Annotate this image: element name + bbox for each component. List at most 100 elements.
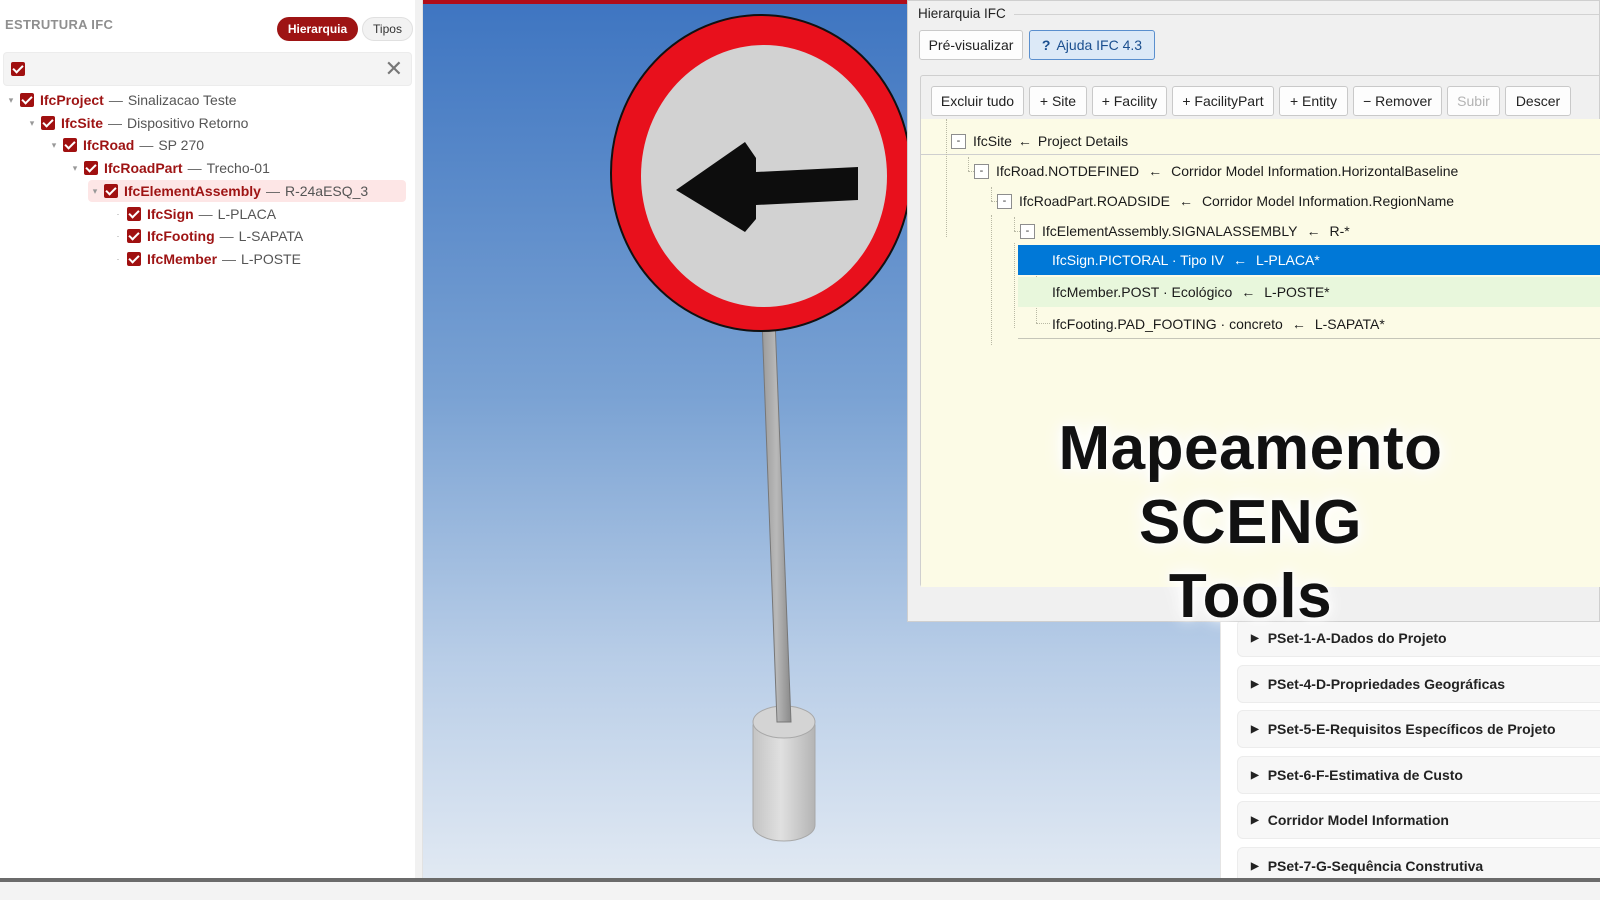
row-arrow: ← <box>1306 223 1321 239</box>
tree-node-roadpart[interactable]: ▾ IfcRoadPart — Trecho-01 <box>68 157 270 179</box>
collapse-toggle[interactable]: - <box>951 133 966 149</box>
row-arrow: ← <box>1232 252 1247 268</box>
row-mapping: R-* <box>1329 223 1350 239</box>
node-checkbox[interactable] <box>41 116 55 130</box>
row-arrow: ← <box>1291 315 1306 332</box>
row-arrow: ← <box>1241 284 1256 300</box>
node-separator: — <box>187 160 202 176</box>
property-sets-panel: ▶ PSet-1-A-Dados do Projeto ▶ PSet-4-D-Pro… <box>1220 610 1600 885</box>
pset-label: PSet-7-G-Sequência Construtiva <box>1267 858 1484 874</box>
node-separator: — <box>139 137 154 153</box>
node-type: IfcRoadPart <box>104 160 183 176</box>
tab-hierarchy[interactable]: Hierarquia <box>277 17 358 41</box>
remove-button[interactable]: − Remover <box>1353 86 1442 116</box>
select-all-checkbox[interactable] <box>11 62 25 76</box>
preview-button[interactable]: Pré-visualizar <box>919 30 1023 60</box>
caret-right-icon: ▶ <box>1251 723 1259 735</box>
row-arrow: ← <box>1178 193 1193 209</box>
caret-right-icon: ▶ <box>1251 678 1259 690</box>
chevron-down-icon[interactable]: ▾ <box>4 95 18 106</box>
chevron-down-icon[interactable]: ▾ <box>25 118 39 129</box>
chevron-down-icon[interactable]: ▾ <box>88 186 102 197</box>
headline-line-1: Mapeamento <box>1058 414 1443 483</box>
ifc-structure-panel: ESTRUTURA IFC Hierarquia Tipos ✕ ▾ IfcPr… <box>0 0 415 896</box>
row-mapping: L-PLACA* <box>1255 252 1320 268</box>
row-entity: IfcElementAssembly.SIGNALASSEMBLY <box>1042 223 1298 239</box>
node-checkbox[interactable] <box>63 138 77 152</box>
move-up-button[interactable]: Subir <box>1447 86 1500 116</box>
row-mapping: L-SAPATA* <box>1314 315 1385 332</box>
node-checkbox[interactable] <box>20 93 34 107</box>
leaf-dot-icon: · <box>116 209 120 219</box>
collapse-toggle[interactable]: - <box>997 193 1012 209</box>
node-checkbox[interactable] <box>84 161 98 175</box>
leaf-dot-icon: · <box>116 231 120 241</box>
row-entity: IfcMember.POST · Ecológico <box>1052 284 1233 300</box>
node-checkbox[interactable] <box>104 184 118 198</box>
node-checkbox[interactable] <box>127 229 141 243</box>
tree-node-project[interactable]: ▾ IfcProject — Sinalizacao Teste <box>4 89 237 111</box>
pset-item[interactable]: ▶ PSet-5-E-Requisitos Específicos de Proj… <box>1237 710 1600 748</box>
tree-row-footing[interactable]: IfcFooting.PAD_FOOTING · concreto ← L-SA… <box>1018 309 1600 339</box>
node-separator: — <box>198 206 213 222</box>
row-entity: IfcRoad.NOTDEFINED <box>996 163 1140 179</box>
collapse-toggle[interactable]: - <box>974 163 989 179</box>
node-type: IfcFooting <box>147 228 215 244</box>
row-mapping: L-POSTE* <box>1264 284 1330 300</box>
tree-node-sign[interactable]: · IfcSign — L-PLACA <box>111 203 277 225</box>
node-label: R-24aESQ_3 <box>284 183 369 199</box>
pset-label: PSet-5-E-Requisitos Específicos de Proje… <box>1267 721 1556 737</box>
node-type: IfcSign <box>147 206 194 222</box>
node-type: IfcRoad <box>83 137 135 153</box>
tree-node-road[interactable]: ▾ IfcRoad — SP 270 <box>47 134 204 156</box>
tree-row-roadpart[interactable]: - IfcRoadPart.ROADSIDE ← Corridor Model … <box>997 187 1454 215</box>
tree-row-road[interactable]: - IfcRoad.NOTDEFINED ← Corridor Model In… <box>974 157 1458 185</box>
row-entity: IfcSite <box>973 133 1012 149</box>
node-label: Sinalizacao Teste <box>127 92 237 108</box>
add-site-button[interactable]: + Site <box>1029 86 1087 116</box>
add-entity-button[interactable]: + Entity <box>1279 86 1348 116</box>
sign-plate-shape <box>610 14 912 332</box>
node-type: IfcMember <box>147 251 218 267</box>
tree-row-site[interactable]: - IfcSite ← Project Details <box>951 127 1128 155</box>
pset-item[interactable]: ▶ PSet-6-F-Estimativa de Custo <box>1237 756 1600 794</box>
caret-right-icon: ▶ <box>1251 769 1259 781</box>
node-type: IfcElementAssembly <box>124 183 261 199</box>
add-facility-button[interactable]: + Facility <box>1092 86 1167 116</box>
move-down-button[interactable]: Descer <box>1505 86 1571 116</box>
tree-row-element-assembly[interactable]: - IfcElementAssembly.SIGNALASSEMBLY ← R-… <box>1020 217 1350 245</box>
node-type: IfcProject <box>40 92 104 108</box>
chevron-down-icon[interactable]: ▾ <box>68 163 82 174</box>
pset-item[interactable]: ▶ PSet-4-D-Propriedades Geográficas <box>1237 665 1600 703</box>
chevron-down-icon[interactable]: ▾ <box>47 140 61 151</box>
caret-right-icon: ▶ <box>1251 860 1259 872</box>
tree-node-footing[interactable]: · IfcFooting — L-SAPATA <box>111 225 304 247</box>
tree-node-element-assembly[interactable]: ▾ IfcElementAssembly — R-24aESQ_3 <box>88 180 406 202</box>
tree-node-site[interactable]: ▾ IfcSite — Dispositivo Retorno <box>25 112 249 134</box>
help-button[interactable]: ? Ajuda IFC 4.3 <box>1029 30 1155 60</box>
tree-row-member[interactable]: IfcMember.POST · Ecológico ← L-POSTE* <box>1018 277 1600 307</box>
node-checkbox[interactable] <box>127 252 141 266</box>
row-mapping: Corridor Model Information.RegionName <box>1201 193 1455 209</box>
collapse-toggle[interactable]: - <box>1020 223 1035 239</box>
filter-bar: ✕ <box>3 52 412 86</box>
close-icon[interactable]: ✕ <box>385 57 403 81</box>
tree-row-sign[interactable]: IfcSign.PICTORAL · Tipo IV ← L-PLACA* <box>1018 245 1600 275</box>
add-facility-part-button[interactable]: + FacilityPart <box>1172 86 1274 116</box>
tree-connector <box>946 119 947 237</box>
tree-node-member[interactable]: · IfcMember — L-POSTE <box>111 248 301 270</box>
caret-right-icon: ▶ <box>1251 632 1259 644</box>
dialog-title: Hierarquia IFC <box>918 6 1006 21</box>
row-mapping: Project Details <box>1037 133 1129 149</box>
footing-shape <box>752 705 816 842</box>
clear-all-button[interactable]: Excluir tudo <box>931 86 1024 116</box>
tab-types[interactable]: Tipos <box>362 17 413 41</box>
title-divider <box>1014 14 1599 15</box>
node-label: SP 270 <box>158 137 205 153</box>
node-separator: — <box>219 228 234 244</box>
node-checkbox[interactable] <box>127 207 141 221</box>
pset-item[interactable]: ▶ Corridor Model Information <box>1237 801 1600 839</box>
panel-splitter[interactable] <box>415 0 423 896</box>
caret-right-icon: ▶ <box>1251 814 1259 826</box>
node-separator: — <box>108 115 123 131</box>
